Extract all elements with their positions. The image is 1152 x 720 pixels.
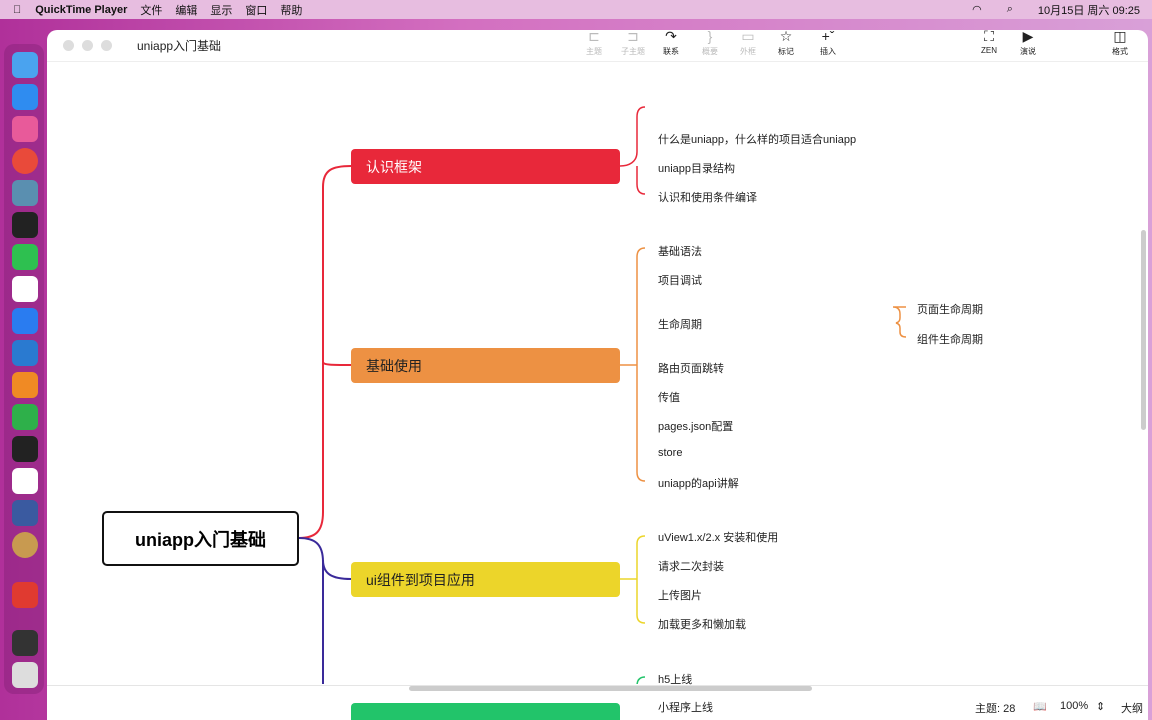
star-icon: ☆ [779,30,793,44]
plus-icon: +ˇ [821,30,835,44]
leaf[interactable]: store [658,447,682,459]
app-icon[interactable] [12,308,38,334]
search-icon[interactable]: ⌕ [1007,3,1013,16]
leaf[interactable]: 认识和使用条件编译 [658,189,757,205]
label: 主题 [586,47,602,56]
marker-button[interactable]: ☆ 标记 [766,30,806,57]
central-topic[interactable]: uniapp入门基础 [102,511,299,566]
topic-count: 主题: 28 [975,703,1016,715]
leaf[interactable]: 页面生命周期 [917,301,983,317]
app-icon[interactable] [12,500,38,526]
terminal-icon[interactable] [12,436,38,462]
vscode-icon[interactable] [12,340,38,366]
label: ZEN [981,46,997,55]
book-icon[interactable]: 📖 [1033,700,1047,713]
window-title: uniapp入门基础 [137,39,222,53]
menu-bar:  QuickTime Player 文件 编辑 显示 窗口 帮助 ◠ ⌕ 10月1… [0,0,1152,19]
topic-icon: ⊏ [588,30,600,44]
dock [4,44,44,694]
trash-icon[interactable] [12,662,38,688]
leaf[interactable]: 生命周期 [658,316,702,332]
close-button[interactable] [63,40,74,51]
hbuilder-icon[interactable] [12,404,38,430]
play-icon: ▶ [1022,30,1034,44]
wifi-icon[interactable]: ◠ [972,3,982,16]
label: 概要 [702,47,718,56]
leaf[interactable]: 上传图片 [658,587,702,603]
leaf[interactable]: 什么是uniapp，什么样的项目适合uniapp [658,131,856,147]
app-icon[interactable] [12,630,38,656]
leaf[interactable]: 项目调试 [658,272,702,288]
leaf[interactable]: 组件生命周期 [917,331,983,347]
menu-window[interactable]: 窗口 [245,2,267,18]
relation-button[interactable]: ↷ 联系 [651,30,691,57]
menu-app[interactable]: QuickTime Player [35,4,127,16]
finder-icon[interactable] [12,52,38,78]
launchpad-icon[interactable] [12,116,38,142]
zoom-stepper-icon[interactable]: ⇕ [1096,700,1105,713]
minimize-button[interactable] [82,40,93,51]
boundary-button[interactable]: ▭ 外框 [728,30,768,57]
summary-icon: } [707,30,713,44]
summary-button[interactable]: } 概要 [690,30,730,57]
leaf[interactable]: 加载更多和懒加载 [658,616,746,632]
xmind-window: uniapp入门基础 ⊏ 主题 ⊐ 子主题 ↷ 联系 } 概要 ▭ 外框 ☆ 标记 +ˇ 插入… [47,30,1148,720]
wechat-icon[interactable] [12,244,38,270]
boundary-icon: ▭ [741,30,755,44]
app-icon[interactable] [12,180,38,206]
menu-view[interactable]: 显示 [210,2,232,18]
mindmap-canvas[interactable]: uniapp入门基础 认识框架 基础使用 ui组件到项目应用 什么是uniapp… [47,62,1139,720]
label: 标记 [778,47,794,56]
panel-icon: ◫ [1113,30,1127,44]
clock[interactable]: 10月15日 周六 09:25 [1038,2,1140,18]
label: 联系 [663,47,679,56]
app-icon[interactable] [12,532,38,558]
app-icon[interactable] [12,276,38,302]
format-button[interactable]: ◫ 格式 [1100,30,1140,57]
branch-ui[interactable]: ui组件到项目应用 [351,562,620,597]
leaf[interactable]: pages.json配置 [658,418,733,434]
relation-icon: ↷ [665,30,677,44]
subtopic-button[interactable]: ⊐ 子主题 [613,30,653,57]
fullscreen-icon: ⛶ [984,30,994,44]
zoom-button[interactable] [101,40,112,51]
outline-button[interactable]: 大纲 [1121,700,1143,716]
apple-icon[interactable]:  [13,4,21,16]
leaf[interactable]: uniapp目录结构 [658,160,735,176]
leaf[interactable]: 请求二次封装 [658,558,724,574]
label: 演说 [1020,47,1036,56]
leaf[interactable]: 基础语法 [658,243,702,259]
leaf[interactable]: uView1.x/2.x 安装和使用 [658,529,778,545]
pitch-button[interactable]: ▶ 演说 [1008,30,1048,57]
leaf[interactable]: 传值 [658,389,680,405]
branch-framework[interactable]: 认识框架 [351,149,620,184]
leaf[interactable]: uniapp的api讲解 [658,475,739,491]
label: 外框 [740,47,756,56]
status-bar: 主题: 28 📖 100% ⇕ 大纲 [47,685,1148,720]
label: 插入 [820,47,836,56]
xmind-icon[interactable] [12,582,38,608]
menu-file[interactable]: 文件 [140,2,162,18]
zoom-level[interactable]: 100% [1060,700,1088,712]
safari-icon[interactable] [12,84,38,110]
typora-icon[interactable] [12,468,38,494]
sublime-icon[interactable] [12,372,38,398]
topic-button[interactable]: ⊏ 主题 [574,30,614,57]
zen-button[interactable]: ⛶ ZEN [969,30,1009,55]
vertical-scrollbar[interactable] [1141,230,1146,430]
leaf[interactable]: 路由页面跳转 [658,360,724,376]
label: 子主题 [621,47,645,56]
branch-basics[interactable]: 基础使用 [351,348,620,383]
menu-edit[interactable]: 编辑 [175,2,197,18]
qq-icon[interactable] [12,212,38,238]
subtopic-icon: ⊐ [627,30,639,44]
menu-help[interactable]: 帮助 [280,2,302,18]
label: 格式 [1112,47,1128,56]
chrome-icon[interactable] [12,148,38,174]
titlebar: uniapp入门基础 ⊏ 主题 ⊐ 子主题 ↷ 联系 } 概要 ▭ 外框 ☆ 标记 +ˇ 插入… [47,30,1148,62]
insert-button[interactable]: +ˇ 插入 [808,30,848,57]
